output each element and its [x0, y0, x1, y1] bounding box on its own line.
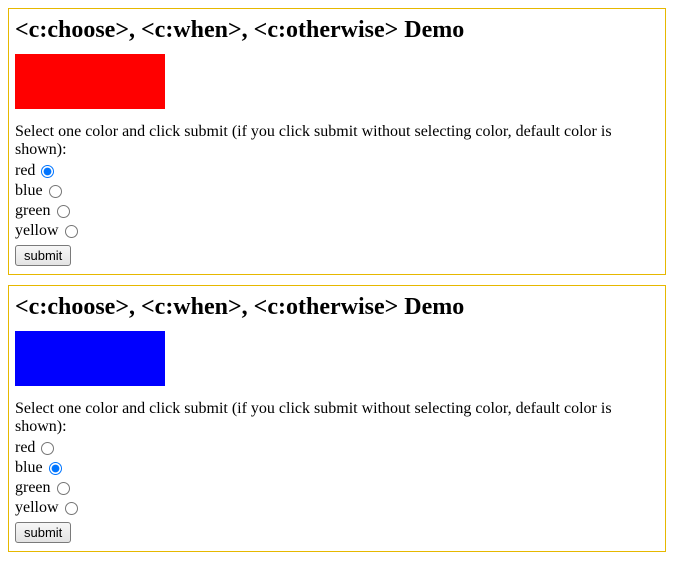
- option-label: red: [15, 161, 35, 181]
- color-option-blue[interactable]: blue: [15, 181, 659, 201]
- color-swatch: [15, 331, 165, 386]
- submit-button[interactable]: submit: [15, 522, 71, 543]
- option-label: blue: [15, 181, 43, 201]
- color-option-green[interactable]: green: [15, 478, 659, 498]
- panel-title: <c:choose>, <c:when>, <c:otherwise> Demo: [15, 17, 659, 44]
- option-label: red: [15, 438, 35, 458]
- radio-yellow[interactable]: [65, 502, 78, 515]
- option-label: green: [15, 478, 51, 498]
- panel-title: <c:choose>, <c:when>, <c:otherwise> Demo: [15, 294, 659, 321]
- color-option-yellow[interactable]: yellow: [15, 498, 659, 518]
- submit-button[interactable]: submit: [15, 245, 71, 266]
- option-label: green: [15, 201, 51, 221]
- color-swatch: [15, 54, 165, 109]
- color-option-red[interactable]: red: [15, 438, 659, 458]
- radio-red[interactable]: [41, 165, 54, 178]
- radio-green[interactable]: [57, 205, 70, 218]
- instruction-text: Select one color and click submit (if yo…: [15, 123, 659, 159]
- color-option-green[interactable]: green: [15, 201, 659, 221]
- option-label: blue: [15, 458, 43, 478]
- color-option-red[interactable]: red: [15, 161, 659, 181]
- radio-blue[interactable]: [49, 185, 62, 198]
- option-label: yellow: [15, 498, 59, 518]
- demo-panel: <c:choose>, <c:when>, <c:otherwise> Demo…: [8, 8, 666, 275]
- radio-blue[interactable]: [49, 462, 62, 475]
- demo-panel: <c:choose>, <c:when>, <c:otherwise> Demo…: [8, 285, 666, 552]
- color-option-blue[interactable]: blue: [15, 458, 659, 478]
- color-option-yellow[interactable]: yellow: [15, 221, 659, 241]
- radio-red[interactable]: [41, 442, 54, 455]
- radio-yellow[interactable]: [65, 225, 78, 238]
- radio-green[interactable]: [57, 482, 70, 495]
- option-label: yellow: [15, 221, 59, 241]
- instruction-text: Select one color and click submit (if yo…: [15, 400, 659, 436]
